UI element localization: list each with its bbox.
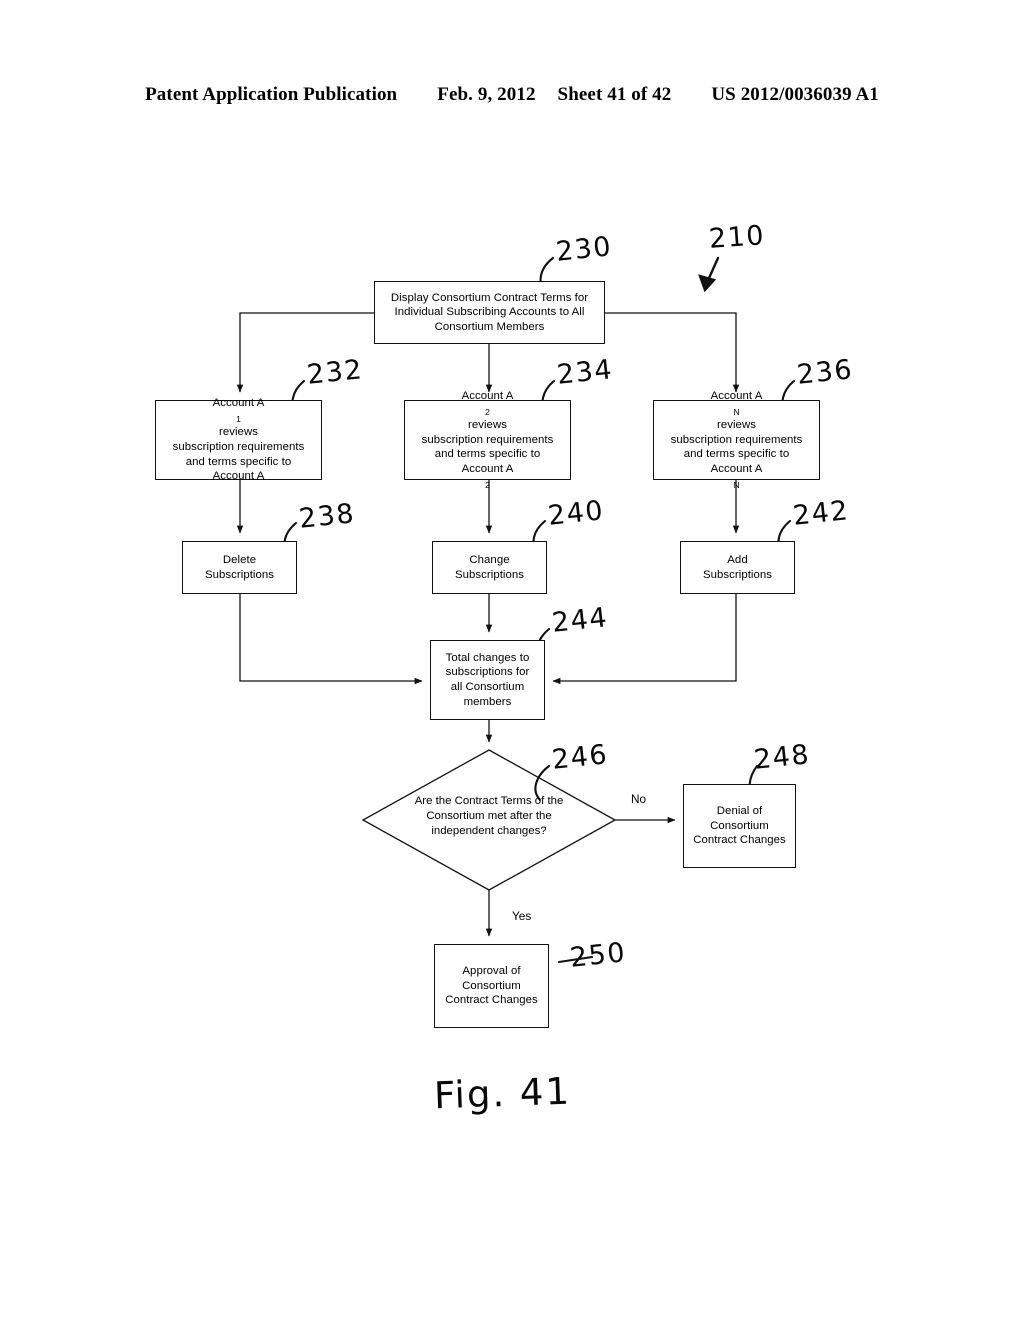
reference-numeral-230: 230 bbox=[554, 231, 614, 268]
node-246-line1: Are the Contract Terms of bbox=[414, 795, 545, 807]
flow-node-delete-subscriptions[interactable]: Delete Subscriptions bbox=[182, 541, 297, 594]
node-248-line3: Contract Changes bbox=[693, 834, 786, 847]
node-236-line2: subscription requirements bbox=[670, 433, 803, 446]
node-248-line2: Consortium bbox=[710, 819, 769, 832]
reference-numeral-234: 234 bbox=[555, 354, 615, 391]
node-242-line2: Subscriptions bbox=[702, 568, 773, 581]
flow-node-add-subscriptions[interactable]: Add Subscriptions bbox=[680, 541, 795, 594]
node-230-line3: Consortium Members bbox=[434, 320, 545, 333]
node-250-line2: Consortium bbox=[462, 979, 521, 992]
node-238-line2: Subscriptions bbox=[204, 568, 275, 581]
reference-numeral-242: 242 bbox=[791, 495, 851, 532]
flow-node-display-terms[interactable]: Display Consortium Contract Terms for In… bbox=[374, 281, 605, 344]
node-248-line1: Denial of bbox=[716, 805, 763, 818]
patent-figure: Display Consortium Contract Terms for In… bbox=[0, 0, 1024, 1320]
reference-numeral-238: 238 bbox=[297, 498, 357, 535]
node-232-line4: Account A bbox=[212, 470, 265, 483]
node-244-line3: all Consortium bbox=[450, 681, 525, 693]
node-234-line4: Account A2 bbox=[461, 462, 514, 490]
reference-numeral-236: 236 bbox=[795, 354, 855, 391]
node-236-line4: Account AN bbox=[710, 462, 763, 490]
edge-label-no: No bbox=[631, 792, 647, 806]
node-244-line1: Total changes to bbox=[445, 651, 530, 664]
node-236-line3: and terms specific to bbox=[683, 448, 790, 461]
reference-numeral-246: 246 bbox=[550, 739, 610, 776]
flow-node-denial-of-changes[interactable]: Denial of Consortium Contract Changes bbox=[683, 784, 796, 868]
node-234-line1: Account A2 reviews bbox=[461, 389, 514, 432]
reference-numeral-210: 210 bbox=[707, 220, 767, 255]
node-232-line2: subscription requirements bbox=[172, 441, 305, 453]
node-234-line2: subscription requirements bbox=[421, 433, 554, 446]
node-232-line3: and terms specific to bbox=[185, 455, 292, 468]
node-240-line2: Subscriptions bbox=[454, 568, 525, 581]
flow-node-account-an-reviews[interactable]: Account AN reviews subscription requirem… bbox=[653, 390, 820, 490]
flow-node-account-a2-reviews[interactable]: Account A2 reviews subscription requirem… bbox=[404, 390, 571, 490]
flow-node-account-a1-reviews[interactable]: Account A1 reviews subscription requirem… bbox=[155, 397, 322, 482]
node-244-line2: subscriptions for bbox=[445, 666, 530, 679]
node-234-line3: and terms specific to bbox=[434, 448, 541, 461]
node-246-label: Are the Contract Terms of the Consortium… bbox=[399, 794, 579, 839]
node-242-line1: Add bbox=[727, 553, 748, 566]
node-238-line1: Delete bbox=[222, 553, 257, 566]
node-246-line3: independent changes? bbox=[431, 825, 547, 837]
reference-numeral-232: 232 bbox=[305, 354, 365, 391]
flow-node-total-changes[interactable]: Total changes to subscriptions for all C… bbox=[430, 640, 545, 720]
node-244-line4: members bbox=[463, 695, 512, 708]
reference-numeral-244: 244 bbox=[550, 602, 610, 639]
reference-numeral-250: 250 bbox=[568, 937, 628, 974]
edge-label-yes: Yes bbox=[512, 909, 532, 923]
node-250-line3: Contract Changes bbox=[445, 994, 538, 1007]
node-230-line1: Display Consortium Contract Terms for bbox=[390, 291, 589, 304]
flow-node-approval-of-changes[interactable]: Approval of Consortium Contract Changes bbox=[434, 944, 549, 1028]
node-232-line1: Account A1 reviews bbox=[212, 397, 265, 439]
node-250-line1: Approval of bbox=[462, 965, 521, 978]
flow-node-change-subscriptions[interactable]: Change Subscriptions bbox=[432, 541, 547, 594]
figure-caption: Fig. 41 bbox=[433, 1069, 572, 1118]
node-230-line2: Individual Subscribing Accounts to All bbox=[394, 306, 585, 319]
reference-numeral-240: 240 bbox=[546, 495, 606, 532]
node-240-line1: Change bbox=[469, 553, 510, 566]
node-236-line1: Account AN reviews bbox=[710, 389, 763, 432]
reference-numeral-248: 248 bbox=[752, 739, 812, 776]
